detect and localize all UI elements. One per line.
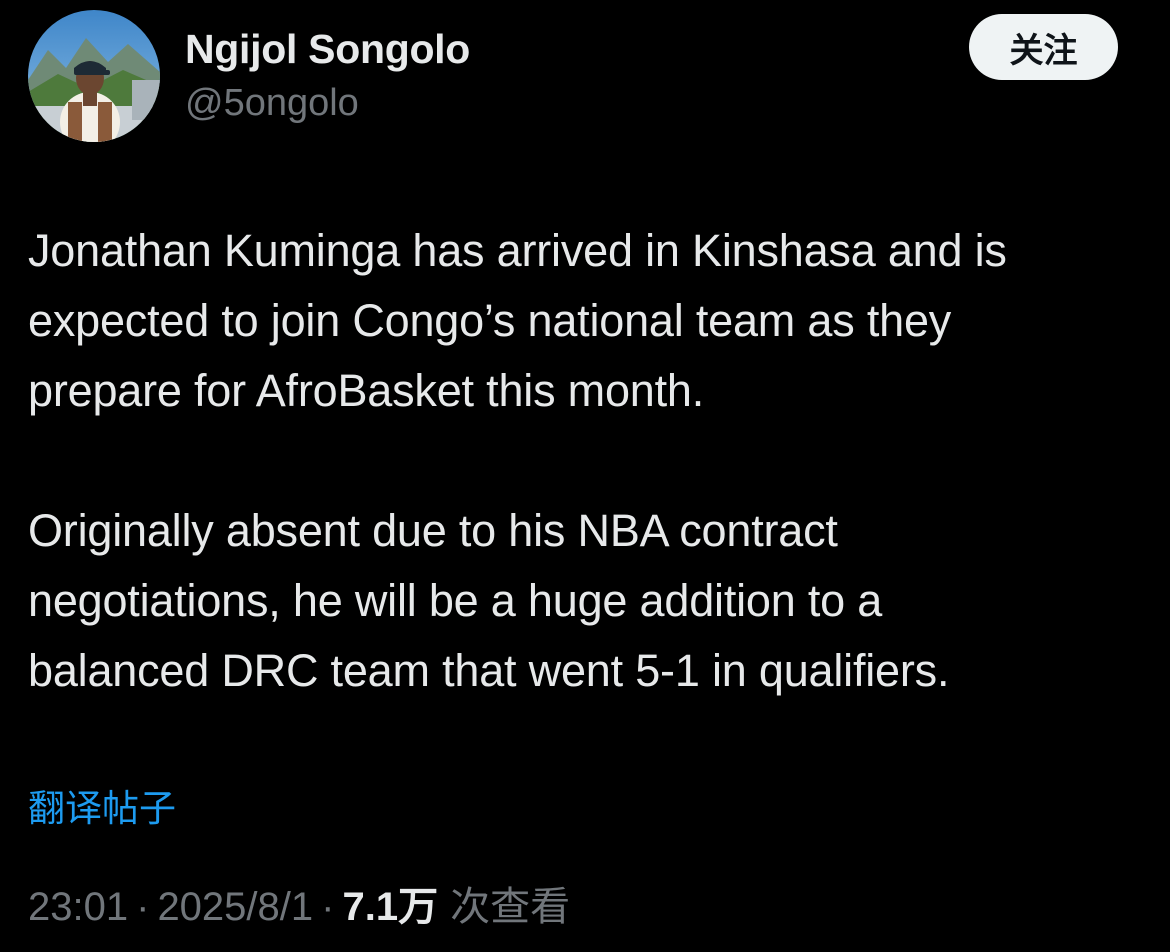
tweet-header: Ngijol Songolo @5ongolo 关注 [28, 10, 1142, 144]
views-label: 次查看 [450, 884, 571, 930]
tweet-meta: 23:01 · 2025/8/1 · 7.1万 次查看 [28, 874, 570, 932]
avatar-photo [28, 10, 160, 142]
post-date[interactable]: 2025/8/1 [157, 885, 313, 930]
views-count: 7.1万 [342, 885, 439, 929]
avatar[interactable] [28, 10, 160, 142]
meta-separator: · [321, 885, 335, 929]
tweet-text: Jonathan Kuminga has arrived in Kinshasa… [28, 216, 1148, 706]
translate-post-link[interactable]: 翻译帖子 [28, 778, 176, 832]
post-time[interactable]: 23:01 [28, 885, 128, 930]
follow-button[interactable]: 关注 [969, 14, 1118, 80]
meta-separator: · [136, 885, 150, 929]
tweet-paragraph-2: Originally absent due to his NBA contrac… [28, 505, 950, 696]
tweet-paragraph-1: Jonathan Kuminga has arrived in Kinshasa… [28, 225, 1007, 416]
author-name[interactable]: Ngijol Songolo [185, 26, 470, 73]
author-handle[interactable]: @5ongolo [185, 82, 359, 125]
